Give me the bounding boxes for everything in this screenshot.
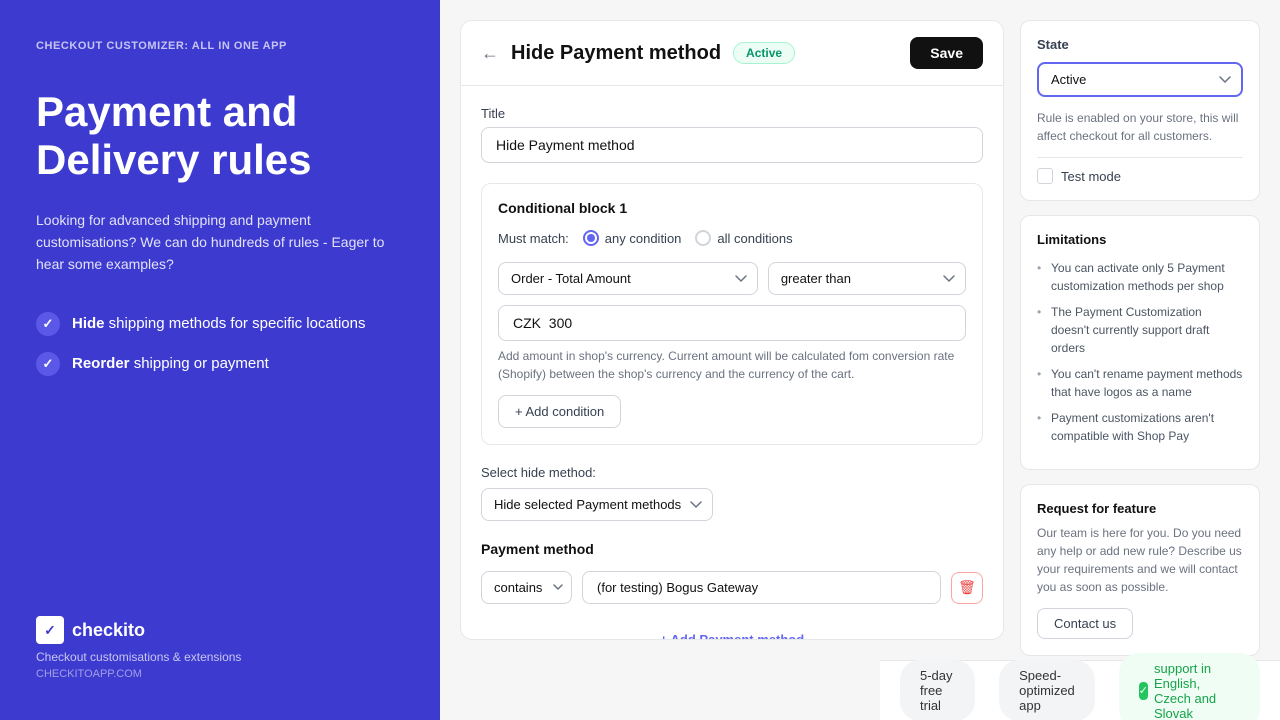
amount-input-row: Add amount in shop's currency. Current a… bbox=[498, 305, 966, 383]
state-card: State Active Inactive Rule is enabled on… bbox=[1020, 20, 1260, 201]
state-select-wrap: Active Inactive bbox=[1037, 62, 1243, 97]
logo-tagline: Checkout customisations & extensions bbox=[36, 650, 404, 664]
sidebar-title: Payment and Delivery rules bbox=[36, 88, 404, 185]
limitations-title: Limitations bbox=[1037, 232, 1243, 247]
sidebar-brand: CHECKOUT CUSTOMIZER: ALL IN ONE APP bbox=[36, 40, 404, 52]
form-content: Title Conditional block 1 Must match: an… bbox=[461, 86, 1003, 640]
sidebar-url: CHECKITOAPP.COM bbox=[36, 668, 404, 680]
conditional-block: Conditional block 1 Must match: any cond… bbox=[481, 183, 983, 445]
must-match-row: Must match: any condition all conditions bbox=[498, 230, 966, 246]
delete-payment-method-button[interactable]: 🗑 bbox=[951, 572, 983, 604]
hide-method-label: Select hide method: bbox=[481, 465, 983, 480]
list-item: The Payment Customization doesn't curren… bbox=[1037, 303, 1243, 357]
content-area: ← Hide Payment method Active Save Title bbox=[440, 0, 1280, 720]
block-title: Conditional block 1 bbox=[498, 200, 966, 216]
amount-input[interactable] bbox=[498, 305, 966, 341]
amount-hint: Add amount in shop's currency. Current a… bbox=[498, 347, 966, 383]
active-badge: Active bbox=[733, 42, 795, 64]
trial-pill: 5-day free trial bbox=[900, 660, 975, 720]
support-pill: ✓ support in English, Czech and Slovak bbox=[1119, 653, 1260, 720]
sidebar-features: Hide shipping methods for specific locat… bbox=[36, 312, 404, 392]
all-conditions-option[interactable]: all conditions bbox=[695, 230, 792, 246]
save-button[interactable]: Save bbox=[910, 37, 983, 69]
list-item: Hide shipping methods for specific locat… bbox=[36, 312, 404, 336]
payment-method-section: Payment method contains 🗑 + Add Payment … bbox=[481, 541, 983, 640]
limitations-card: Limitations You can activate only 5 Paym… bbox=[1020, 215, 1260, 470]
feature-text: shipping methods for specific locations bbox=[105, 315, 366, 332]
bottom-bar: 5-day free trial Speed-optimized app ✓ s… bbox=[880, 660, 1280, 720]
payment-method-title: Payment method bbox=[481, 541, 983, 557]
title-label: Title bbox=[481, 106, 983, 121]
list-item: You can activate only 5 Payment customiz… bbox=[1037, 259, 1243, 295]
all-conditions-radio[interactable] bbox=[695, 230, 711, 246]
add-condition-label: + Add condition bbox=[515, 404, 604, 419]
hide-method-section: Select hide method: Hide selected Paymen… bbox=[481, 465, 983, 521]
add-condition-button[interactable]: + Add condition bbox=[498, 395, 621, 428]
header-left: ← Hide Payment method Active bbox=[481, 42, 795, 65]
logo-icon: ✓ bbox=[36, 616, 64, 644]
feature-bold: Reorder bbox=[72, 355, 130, 372]
check-icon bbox=[36, 312, 60, 336]
logo: ✓ checkito bbox=[36, 616, 404, 644]
list-item: Reorder shipping or payment bbox=[36, 352, 404, 376]
feature-text: shipping or payment bbox=[130, 355, 269, 372]
list-item: You can't rename payment methods that ha… bbox=[1037, 365, 1243, 401]
state-hint: Rule is enabled on your store, this will… bbox=[1037, 109, 1243, 145]
support-label: support in English, Czech and Slovak bbox=[1154, 661, 1240, 720]
feature-request-card: Request for feature Our team is here for… bbox=[1020, 484, 1260, 656]
form-panel: ← Hide Payment method Active Save Title bbox=[460, 20, 1004, 640]
any-condition-radio[interactable] bbox=[583, 230, 599, 246]
condition-operator-select[interactable]: greater than bbox=[768, 262, 966, 295]
add-payment-method-button[interactable]: + Add Payment method bbox=[481, 618, 983, 640]
test-mode-row: Test mode bbox=[1037, 157, 1243, 184]
speed-pill: Speed-optimized app bbox=[999, 660, 1095, 720]
back-button[interactable]: ← bbox=[481, 43, 499, 64]
feature-bold: Hide bbox=[72, 315, 105, 332]
state-title: State bbox=[1037, 37, 1243, 52]
limitations-list: You can activate only 5 Payment customiz… bbox=[1037, 259, 1243, 445]
feature-request-title: Request for feature bbox=[1037, 501, 1243, 516]
test-mode-label: Test mode bbox=[1061, 169, 1121, 184]
any-condition-label: any condition bbox=[605, 231, 682, 246]
condition-field-select[interactable]: Order - Total Amount bbox=[498, 262, 758, 295]
must-match-label: Must match: bbox=[498, 231, 569, 246]
state-select[interactable]: Active Inactive bbox=[1037, 62, 1243, 97]
check-icon bbox=[36, 352, 60, 376]
all-conditions-label: all conditions bbox=[717, 231, 792, 246]
contains-select[interactable]: contains bbox=[481, 571, 572, 604]
logo-text: checkito bbox=[72, 620, 145, 641]
payment-method-input[interactable] bbox=[582, 571, 941, 604]
right-panel: State Active Inactive Rule is enabled on… bbox=[1020, 20, 1260, 640]
title-field-group: Title bbox=[481, 106, 983, 163]
test-mode-checkbox[interactable] bbox=[1037, 168, 1053, 184]
sidebar-footer: ✓ checkito Checkout customisations & ext… bbox=[36, 616, 404, 680]
page-title: Hide Payment method bbox=[511, 42, 721, 65]
page-header: ← Hide Payment method Active Save bbox=[461, 21, 1003, 86]
content-scroll: ← Hide Payment method Active Save Title bbox=[440, 0, 1280, 720]
list-item: Payment customizations aren't compatible… bbox=[1037, 409, 1243, 445]
support-check-icon: ✓ bbox=[1139, 682, 1148, 700]
payment-method-row: contains 🗑 bbox=[481, 571, 983, 604]
title-input[interactable] bbox=[481, 127, 983, 163]
any-condition-option[interactable]: any condition bbox=[583, 230, 682, 246]
sidebar-subtitle: Looking for advanced shipping and paymen… bbox=[36, 209, 404, 276]
feature-request-text: Our team is here for you. Do you need an… bbox=[1037, 524, 1243, 596]
contact-button[interactable]: Contact us bbox=[1037, 608, 1133, 639]
sidebar: CHECKOUT CUSTOMIZER: ALL IN ONE APP Paym… bbox=[0, 0, 440, 720]
hide-method-select[interactable]: Hide selected Payment methods bbox=[481, 488, 713, 521]
condition-row: Order - Total Amount greater than bbox=[498, 262, 966, 295]
